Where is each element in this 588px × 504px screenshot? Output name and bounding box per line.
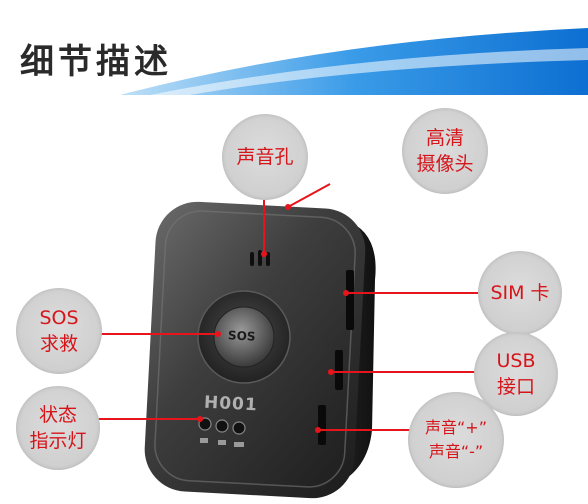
camera-label-line2: 摄像头 [416, 153, 474, 175]
camera-label-line1: 高清 [425, 127, 464, 149]
sos-callout: SOS 求救 [16, 288, 102, 374]
status-indicator-callout: 状态 指示灯 [16, 386, 100, 470]
model-label: H001 [203, 392, 259, 416]
sos-label-line1: SOS [39, 307, 79, 329]
speaker-grille [250, 250, 270, 266]
volume-callout: 声音“+” 声音“-” [408, 392, 504, 488]
volume-down-label: 声音“-” [428, 442, 484, 461]
speaker-hole-callout: 声音孔 [222, 114, 308, 200]
volume-up-label: 声音“+” [425, 418, 487, 437]
status-label-line2: 指示灯 [29, 430, 87, 452]
sos-label-line2: 求救 [39, 333, 78, 355]
status-label-line1: 状态 [38, 404, 77, 426]
sim-card-callout: SIM 卡 [478, 251, 562, 335]
usb-label-line1: USB [496, 350, 536, 372]
sos-button-label[interactable]: SOS [228, 328, 256, 343]
camera-callout: 高清 摄像头 [402, 108, 488, 194]
usb-label-line2: 接口 [496, 376, 535, 398]
speaker-hole-label: 声音孔 [236, 146, 294, 168]
sim-card-label: SIM 卡 [490, 282, 550, 304]
